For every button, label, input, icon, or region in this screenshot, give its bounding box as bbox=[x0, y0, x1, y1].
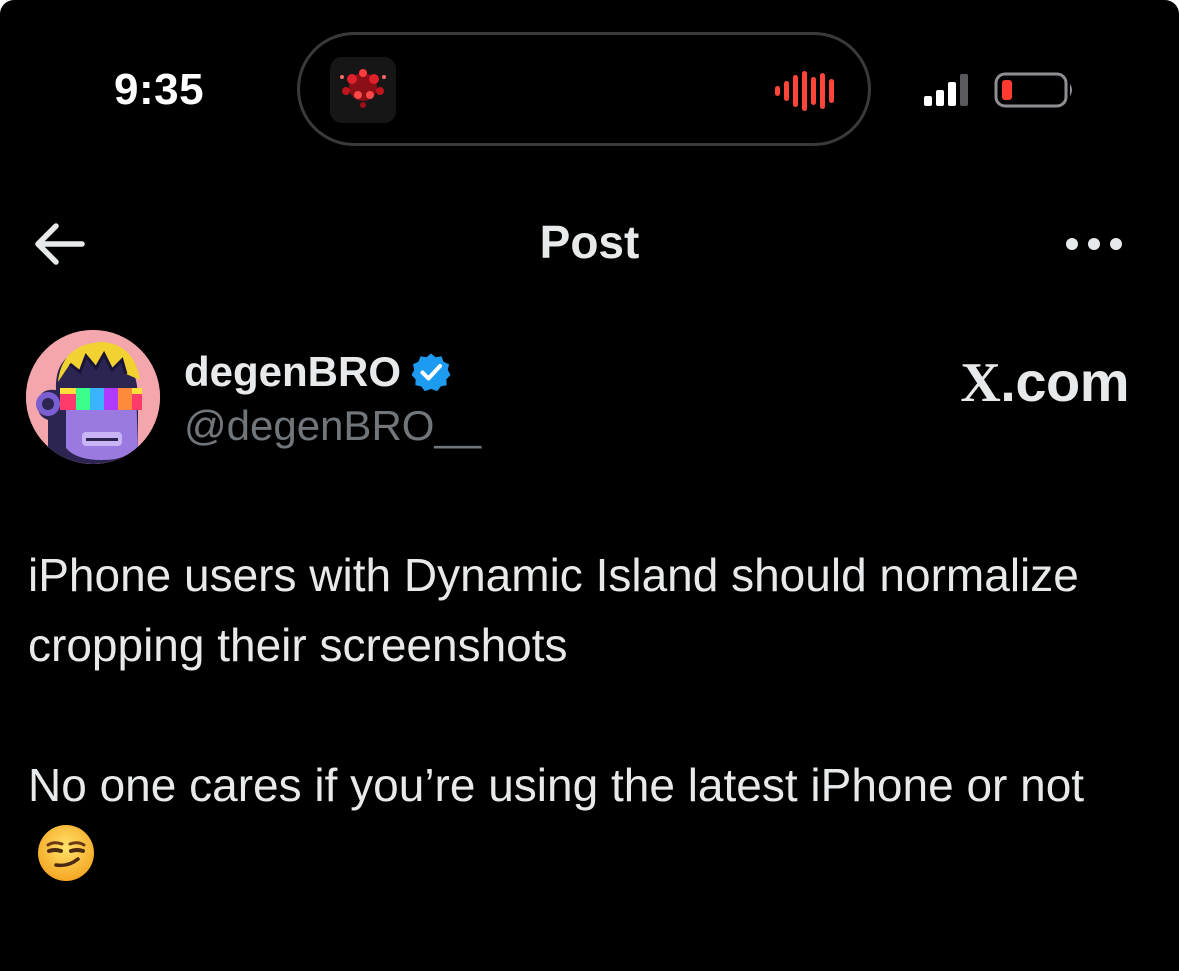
ape-avatar-icon bbox=[26, 330, 160, 464]
battery-low-icon bbox=[994, 72, 1076, 108]
author-name-row: degenBRO bbox=[184, 344, 451, 400]
site-logo: X.com bbox=[960, 350, 1129, 415]
tweet-paragraph-with-emoji: No one cares if you’re using the latest … bbox=[28, 750, 1138, 890]
user-handle[interactable]: @degenBRO__ bbox=[184, 400, 481, 452]
smirking-face-icon bbox=[38, 825, 94, 881]
verified-badge-icon bbox=[411, 353, 451, 392]
tweet-paragraph: iPhone users with Dynamic Island should … bbox=[28, 549, 1079, 671]
cellular-signal-icon bbox=[924, 74, 970, 106]
avatar[interactable] bbox=[26, 330, 160, 464]
status-time: 9:35 bbox=[114, 65, 205, 114]
audio-waveform-icon bbox=[773, 71, 843, 111]
tweet-paragraph-text: No one cares if you’re using the latest … bbox=[28, 759, 1085, 811]
more-options-button[interactable] bbox=[1062, 226, 1126, 262]
app-screen: 9:35 Post degenBRO @degenBRO__ X.com iPh… bbox=[0, 0, 1179, 971]
display-name[interactable]: degenBRO bbox=[184, 346, 401, 398]
site-logo-x: X bbox=[960, 352, 1001, 414]
album-art-icon bbox=[330, 57, 396, 123]
more-dots-icon bbox=[1066, 238, 1122, 250]
site-logo-suffix: .com bbox=[1000, 350, 1129, 413]
tweet-text: iPhone users with Dynamic Island should … bbox=[28, 540, 1138, 890]
dynamic-island[interactable] bbox=[297, 32, 871, 146]
page-title: Post bbox=[539, 216, 640, 268]
